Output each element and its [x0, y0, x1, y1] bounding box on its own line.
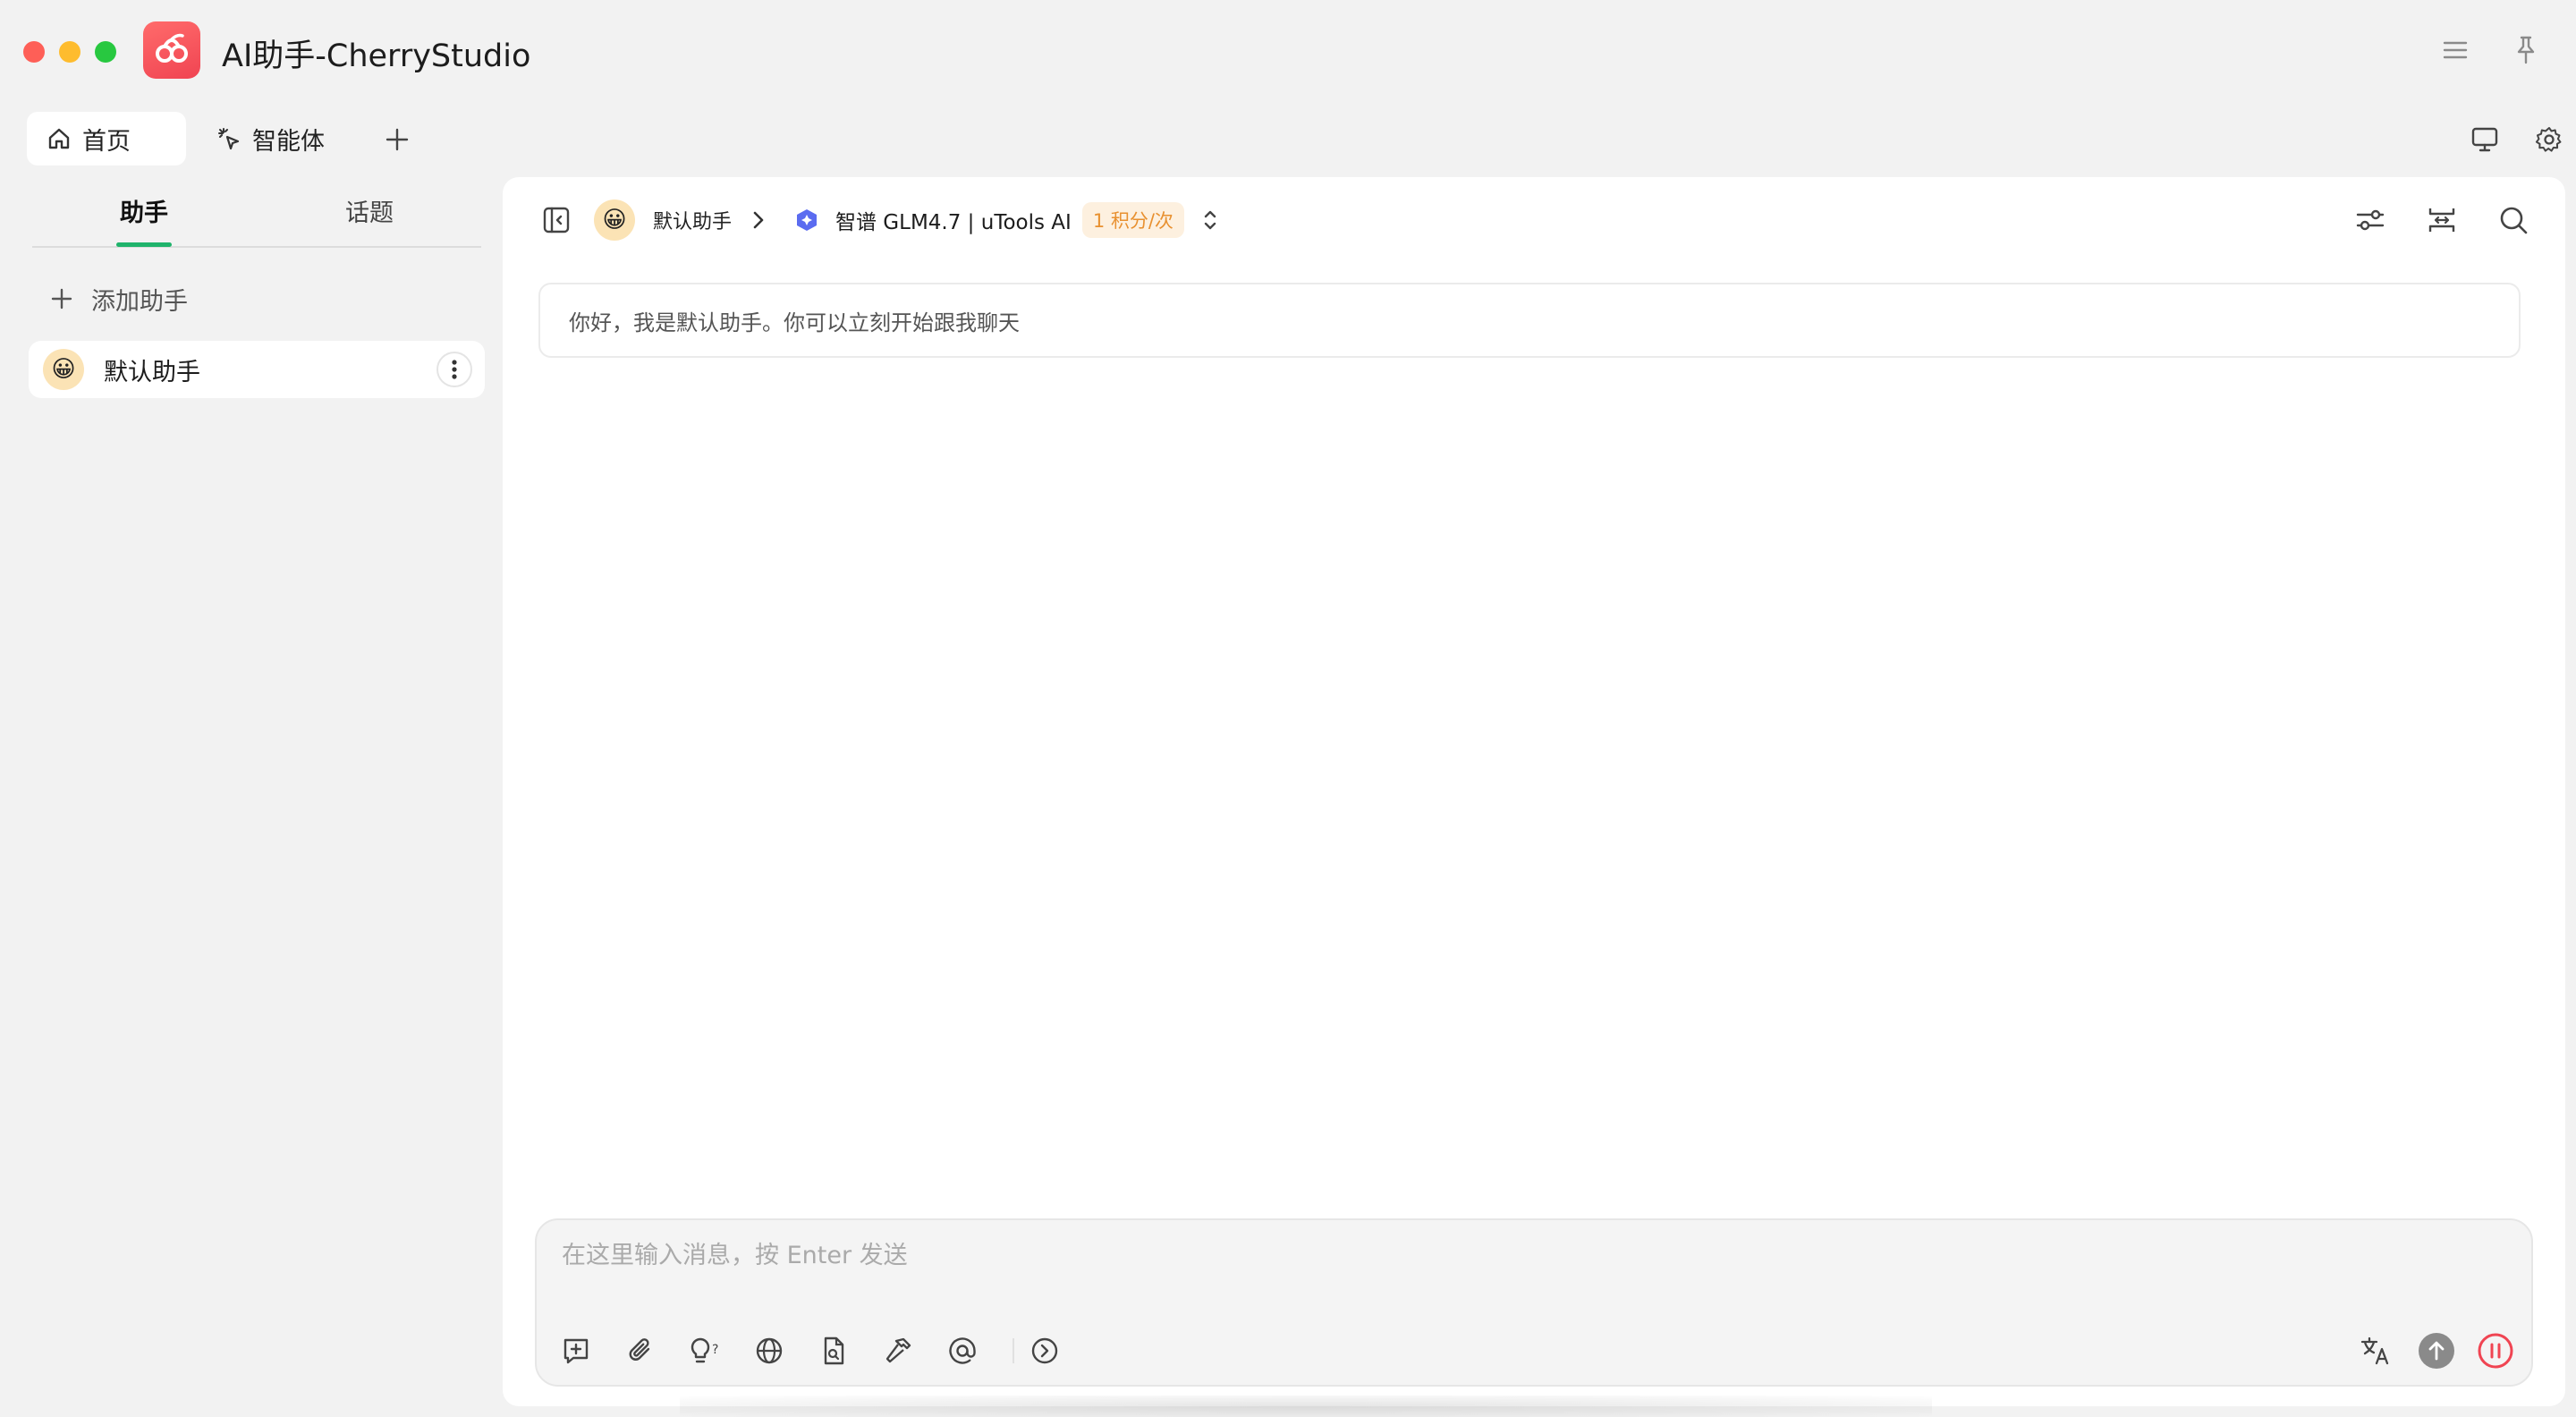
plus-icon	[50, 287, 73, 310]
monitor-icon[interactable]	[2467, 122, 2503, 157]
welcome-message: 你好，我是默认助手。你可以立刻开始跟我聊天	[538, 283, 2521, 358]
sidebar-tab-divider	[32, 246, 481, 248]
stop-pause-button[interactable]	[2476, 1331, 2515, 1370]
menu-icon[interactable]	[2438, 34, 2472, 66]
lightbulb-question-icon[interactable]: ?	[685, 1331, 724, 1370]
tab-home[interactable]: 首页	[27, 112, 186, 165]
zhipu-model-icon	[794, 208, 819, 233]
globe-icon[interactable]	[750, 1331, 789, 1370]
home-icon	[47, 126, 72, 151]
header-assistant-name: 默认助手	[653, 211, 733, 233]
chat-panel: 😀 默认助手 智谱 GLM4.7 | uTools AI 1 积分/次 你好，我…	[503, 177, 2565, 1406]
paperclip-icon[interactable]	[621, 1331, 660, 1370]
sidebar-active-tab-indicator	[116, 242, 172, 247]
add-tab-button[interactable]	[379, 122, 415, 157]
window-minimize-button[interactable]	[59, 41, 80, 63]
translate-icon[interactable]	[2356, 1331, 2395, 1370]
model-selector[interactable]: 智谱 GLM4.7 | uTools AI 1 积分/次	[794, 200, 1218, 240]
assistant-breadcrumb[interactable]: 😀 默认助手	[594, 199, 766, 242]
search-icon[interactable]	[2496, 202, 2531, 238]
expand-tools-chevron-icon[interactable]	[1025, 1331, 1064, 1370]
expand-layout-icon[interactable]	[2424, 202, 2460, 238]
window-bottom-shadow	[680, 1396, 1932, 1417]
pin-icon[interactable]	[2510, 32, 2542, 68]
sparkle-cursor-icon	[216, 126, 242, 151]
message-input[interactable]	[562, 1242, 2082, 1269]
more-options-icon[interactable]	[436, 352, 472, 387]
send-button[interactable]	[2417, 1331, 2456, 1370]
app-title: AI助手-CherryStudio	[222, 38, 531, 74]
model-cost-badge: 1 积分/次	[1081, 202, 1184, 238]
add-assistant-label: 添加助手	[91, 287, 188, 316]
assistant-list-item[interactable]: 😀 默认助手	[29, 341, 485, 398]
file-search-icon[interactable]	[814, 1331, 853, 1370]
assistant-name: 默认助手	[104, 358, 200, 386]
sidebar-tab-assistants[interactable]: 助手	[120, 193, 168, 228]
tab-home-label: 首页	[82, 127, 131, 156]
hammer-tools-icon[interactable]	[878, 1331, 918, 1370]
window-maximize-button[interactable]	[95, 41, 116, 63]
header-assistant-avatar: 😀	[594, 199, 635, 241]
tab-agents-label: 智能体	[252, 127, 325, 156]
assistant-avatar: 😀	[43, 349, 84, 390]
chevron-right-icon	[751, 209, 766, 231]
chevron-up-down-icon[interactable]	[1202, 207, 1218, 233]
sliders-settings-icon[interactable]	[2352, 202, 2388, 238]
message-composer: ?	[535, 1218, 2533, 1387]
add-assistant-button[interactable]: 添加助手	[50, 281, 188, 317]
cherry-studio-logo-icon	[143, 21, 200, 79]
window-close-button[interactable]	[23, 41, 45, 63]
tab-agents[interactable]: 智能体	[197, 112, 349, 165]
model-name: 智谱 GLM4.7 | uTools AI	[835, 211, 1072, 234]
settings-gear-icon[interactable]	[2531, 122, 2567, 157]
mention-at-icon[interactable]	[943, 1331, 982, 1370]
svg-text:?: ?	[712, 1343, 718, 1357]
toolbar-divider	[1013, 1338, 1014, 1363]
toggle-sidebar-icon[interactable]	[538, 202, 574, 238]
sidebar-tab-topics[interactable]: 话题	[345, 193, 394, 228]
new-topic-icon[interactable]	[556, 1331, 596, 1370]
